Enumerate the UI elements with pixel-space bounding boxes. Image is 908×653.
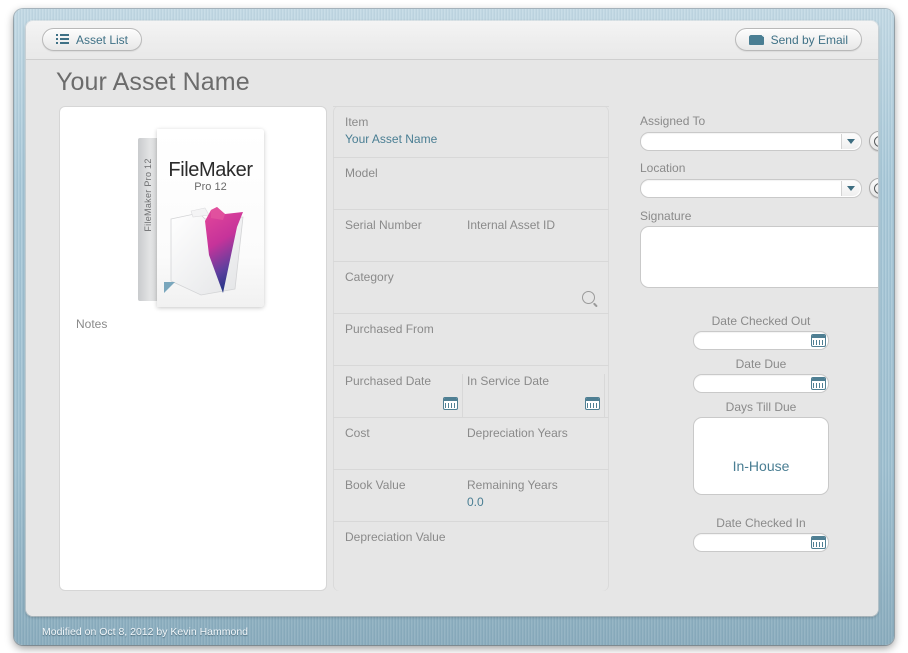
- days-till-due-group: Days Till Due In-House: [693, 400, 829, 495]
- signature-group: Signature: [640, 209, 878, 288]
- chevron-down-icon: [847, 139, 855, 144]
- assigned-to-dropdown-button[interactable]: [841, 134, 860, 149]
- field-row-category[interactable]: Category: [333, 262, 609, 314]
- item-value: Your Asset Name: [345, 132, 609, 147]
- list-icon: [56, 34, 69, 45]
- in-service-date-cell[interactable]: In Service Date: [467, 374, 609, 417]
- date-due-calendar-icon[interactable]: [811, 377, 826, 390]
- send-by-email-button[interactable]: Send by Email: [735, 28, 862, 51]
- date-checked-in-input[interactable]: [693, 533, 829, 552]
- assigned-to-input[interactable]: [640, 132, 862, 151]
- date-checked-out-calendar-icon[interactable]: [811, 334, 826, 347]
- box-spine-text: FileMaker Pro 12: [143, 158, 153, 231]
- status-bar: Modified on Oct 8, 2012 by Kevin Hammond: [26, 622, 878, 642]
- cost-cell[interactable]: Cost: [345, 426, 467, 469]
- box-front: FileMaker Pro 12: [157, 129, 264, 307]
- field-row-depreciation-value[interactable]: Depreciation Value: [333, 522, 609, 583]
- serial-number-cell[interactable]: Serial Number: [345, 218, 467, 261]
- location-dropdown-button[interactable]: [841, 181, 860, 196]
- days-till-due-label: Days Till Due: [693, 400, 829, 414]
- envelope-icon: [749, 35, 764, 45]
- box-spine: FileMaker Pro 12: [138, 138, 158, 301]
- days-till-due-value: In-House: [733, 458, 790, 474]
- in-service-date-label: In Service Date: [467, 374, 609, 388]
- field-row-cost[interactable]: Cost Depreciation Years: [333, 418, 609, 470]
- assigned-to-lookup-button[interactable]: [869, 131, 878, 151]
- search-icon: [874, 183, 879, 194]
- internal-asset-id-label: Internal Asset ID: [467, 218, 609, 232]
- field-row-model[interactable]: Model: [333, 158, 609, 210]
- page-title: Your Asset Name: [56, 68, 250, 97]
- date-checked-out-input[interactable]: [693, 331, 829, 350]
- depreciation-value-label: Depreciation Value: [345, 530, 609, 544]
- item-label: Item: [345, 115, 609, 129]
- category-label: Category: [345, 270, 609, 284]
- assigned-to-label: Assigned To: [640, 114, 878, 128]
- depreciation-years-cell[interactable]: Depreciation Years: [467, 426, 609, 469]
- internal-asset-id-cell[interactable]: Internal Asset ID: [467, 218, 609, 261]
- assigned-to-group: Assigned To: [640, 114, 878, 151]
- record-body: FileMaker Pro 12 FileMaker Pro 12: [26, 104, 878, 616]
- date-checked-out-group: Date Checked Out: [693, 314, 829, 350]
- field-row-item[interactable]: Item Your Asset Name: [333, 106, 609, 158]
- checkout-panel: Assigned To: [626, 106, 878, 591]
- asset-fields-panel: Item Your Asset Name Model Serial Number: [333, 106, 609, 591]
- purchased-date-label: Purchased Date: [345, 374, 467, 388]
- purchased-from-label: Purchased From: [345, 322, 609, 336]
- filemaker-logo-icon: [164, 282, 175, 298]
- send-by-email-button-label: Send by Email: [771, 33, 848, 47]
- serial-number-label: Serial Number: [345, 218, 467, 232]
- book-value-cell[interactable]: Book Value: [345, 478, 467, 521]
- product-subtitle: Pro 12: [157, 181, 264, 193]
- title-bar: Your Asset Name: [26, 60, 878, 104]
- filemaker-box-image: FileMaker Pro 12 FileMaker Pro 12: [138, 129, 264, 307]
- application-window: Asset List Send by Email Your Asset Name: [14, 9, 894, 645]
- date-checked-in-group: Date Checked In: [693, 516, 829, 552]
- date-checked-out-label: Date Checked Out: [693, 314, 829, 328]
- category-search-icon[interactable]: [582, 291, 595, 304]
- asset-list-button-label: Asset List: [76, 33, 128, 47]
- remaining-years-cell[interactable]: Remaining Years 0.0: [467, 478, 609, 521]
- toolbar: Asset List Send by Email: [26, 21, 878, 60]
- location-label: Location: [640, 161, 878, 175]
- search-icon: [874, 136, 879, 147]
- model-label: Model: [345, 166, 609, 180]
- days-till-due-display: In-House: [693, 417, 829, 495]
- asset-list-button[interactable]: Asset List: [42, 28, 142, 51]
- purchased-date-cell[interactable]: Purchased Date: [345, 374, 467, 417]
- signature-label: Signature: [640, 209, 878, 223]
- document-area: Asset List Send by Email Your Asset Name: [26, 21, 878, 616]
- asset-image-panel: FileMaker Pro 12 FileMaker Pro 12: [59, 106, 327, 591]
- date-checked-in-calendar-icon[interactable]: [811, 536, 826, 549]
- cost-label: Cost: [345, 426, 467, 440]
- field-row-serial[interactable]: Serial Number Internal Asset ID: [333, 210, 609, 262]
- location-group: Location: [640, 161, 878, 198]
- depreciation-years-label: Depreciation Years: [467, 426, 609, 440]
- date-due-group: Date Due: [693, 357, 829, 393]
- date-due-input[interactable]: [693, 374, 829, 393]
- field-row-dates[interactable]: Purchased Date In Service Date: [333, 366, 609, 418]
- remaining-years-label: Remaining Years: [467, 478, 609, 492]
- field-row-purchased-from[interactable]: Purchased From: [333, 314, 609, 366]
- in-service-date-calendar-icon[interactable]: [585, 397, 600, 410]
- date-checked-in-label: Date Checked In: [693, 516, 829, 530]
- date-due-label: Date Due: [693, 357, 829, 371]
- folder-graphic: [165, 197, 257, 297]
- status-bar-text: Modified on Oct 8, 2012 by Kevin Hammond: [42, 626, 248, 638]
- chevron-down-icon: [847, 186, 855, 191]
- location-input[interactable]: [640, 179, 862, 198]
- desktop-background: Asset List Send by Email Your Asset Name: [0, 0, 908, 653]
- remaining-years-value: 0.0: [467, 495, 609, 510]
- purchased-date-calendar-icon[interactable]: [443, 397, 458, 410]
- book-value-label: Book Value: [345, 478, 467, 492]
- field-row-book-value[interactable]: Book Value Remaining Years 0.0: [333, 470, 609, 522]
- location-lookup-button[interactable]: [869, 178, 878, 198]
- notes-label: Notes: [76, 317, 107, 331]
- signature-input[interactable]: [640, 226, 878, 288]
- product-title: FileMaker: [157, 159, 264, 182]
- asset-image-container[interactable]: FileMaker Pro 12 FileMaker Pro 12: [60, 113, 326, 323]
